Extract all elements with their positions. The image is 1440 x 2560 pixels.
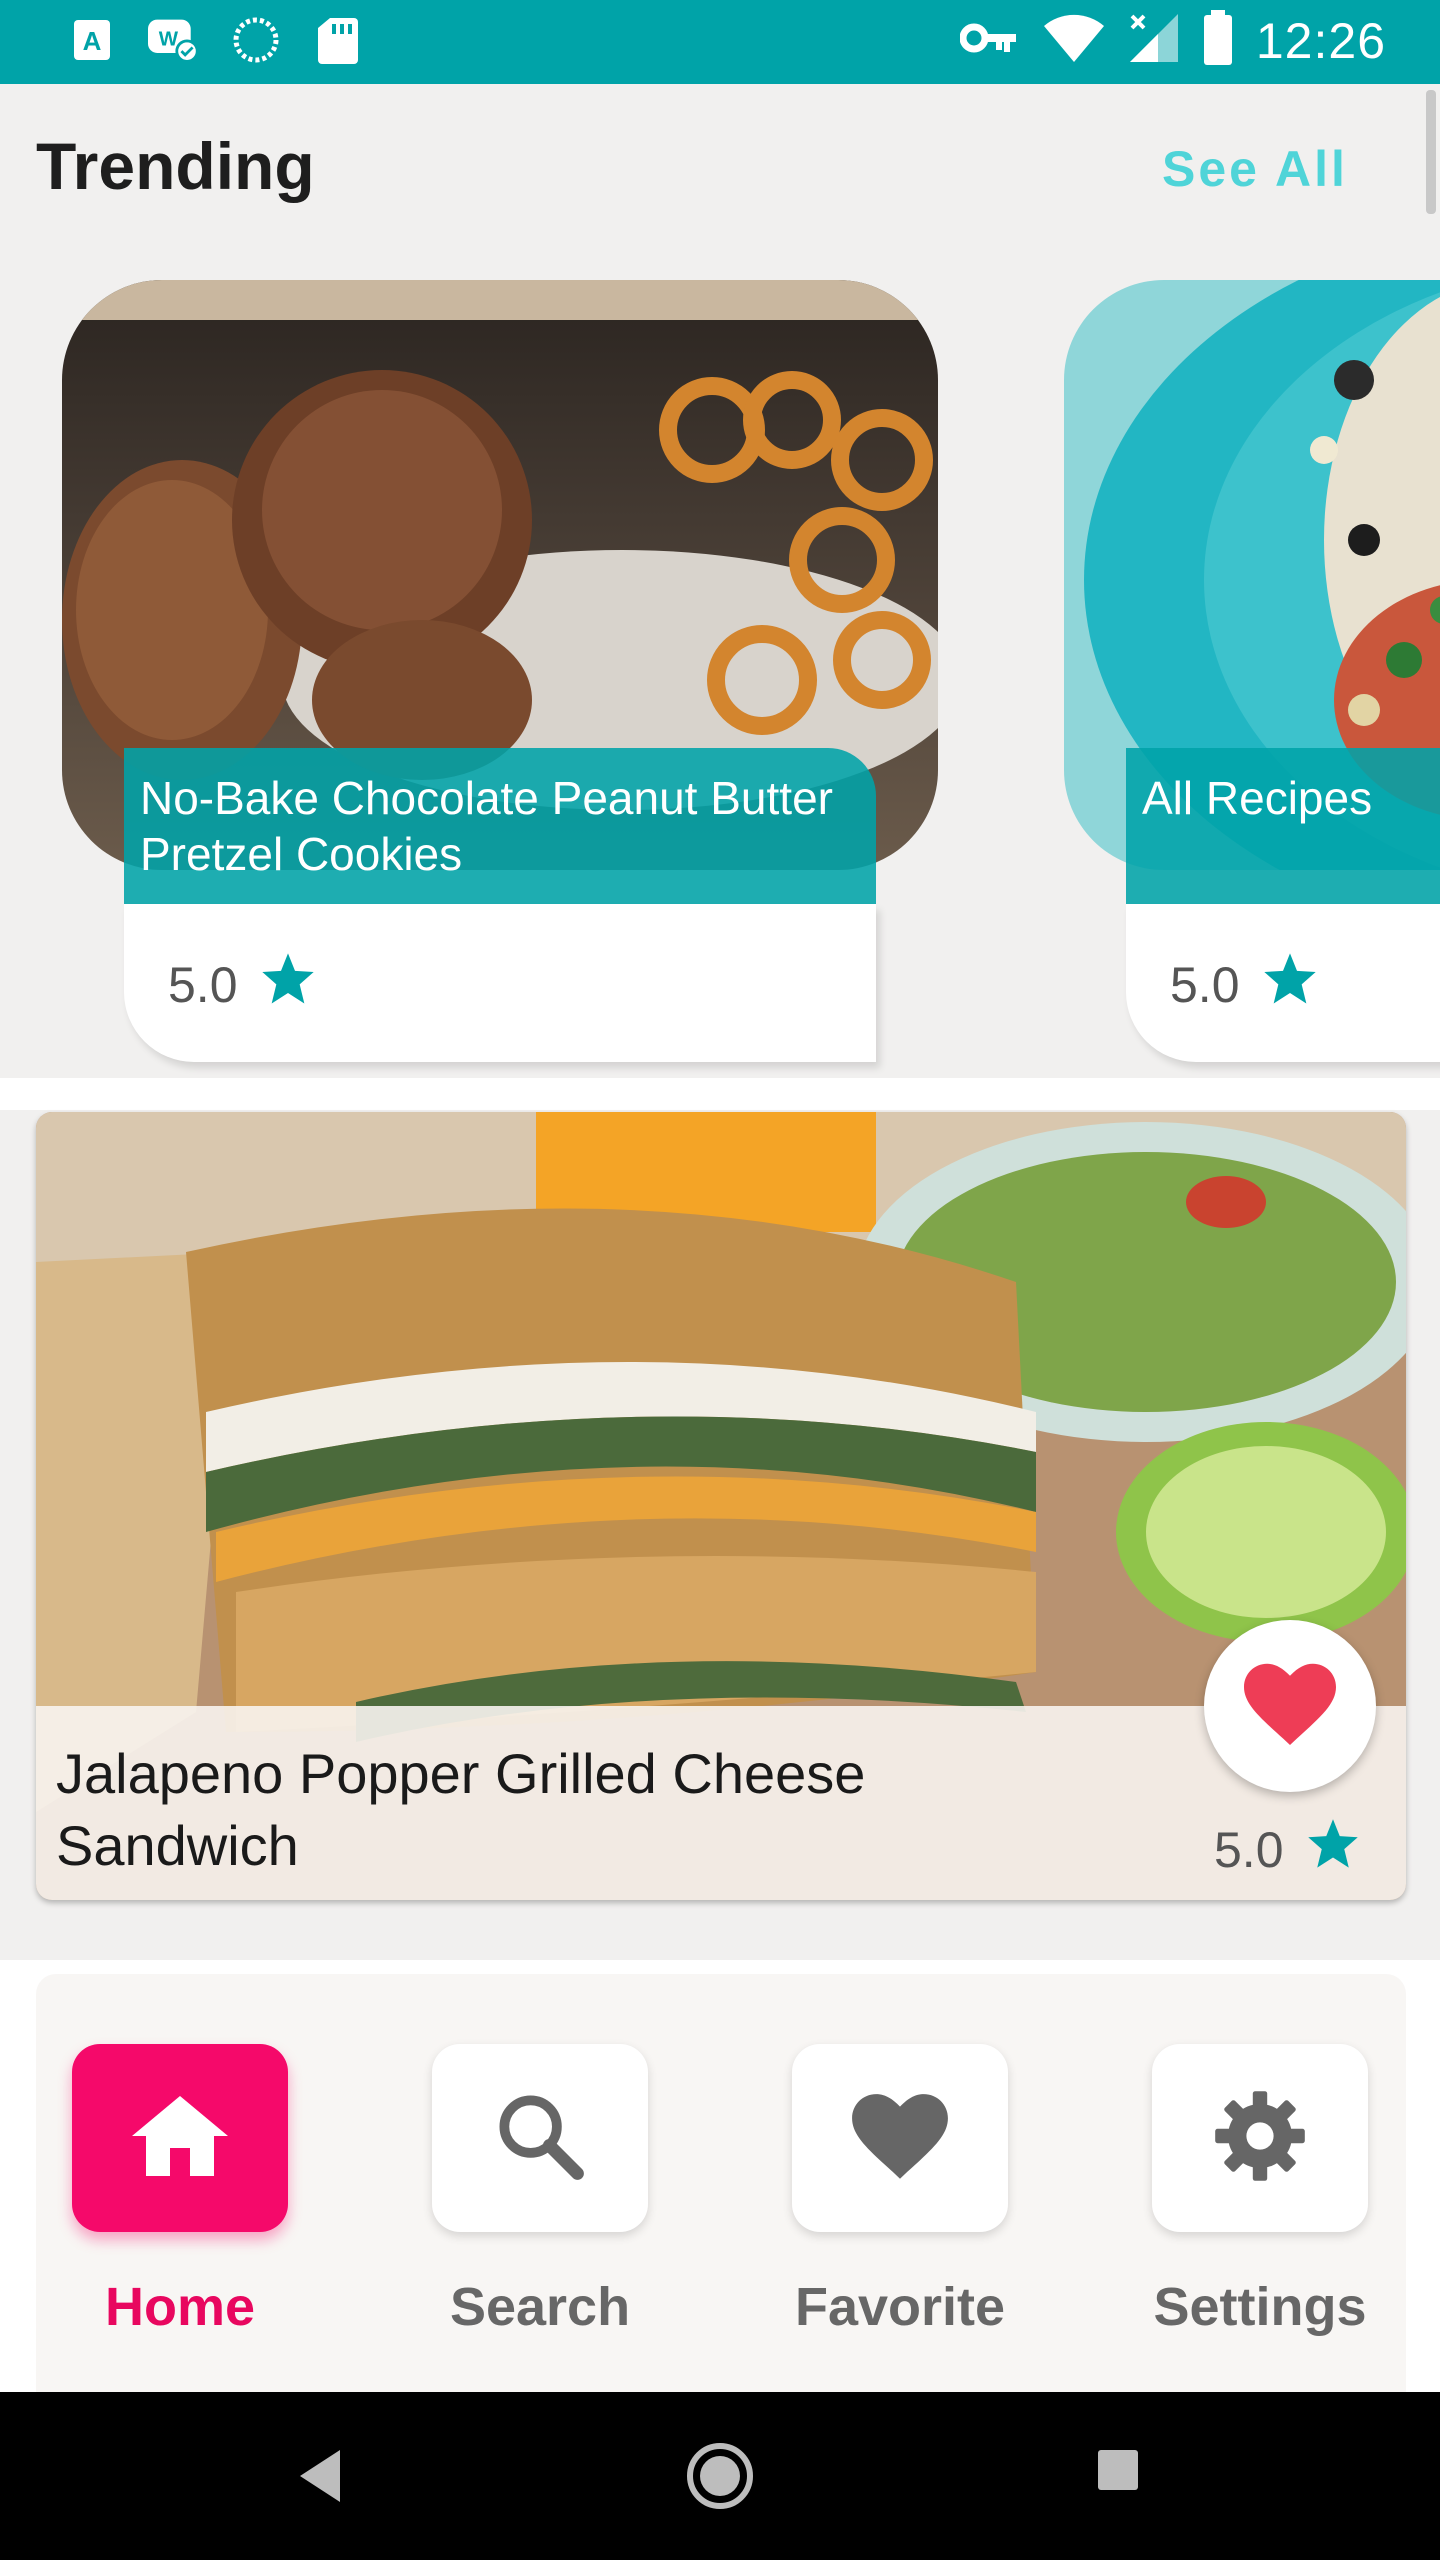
nav-label: Home	[104, 2277, 256, 2337]
featured-recipe-card[interactable]: Jalapeno Popper Grilled Cheese Sandwich …	[36, 1112, 1406, 1900]
clock-time: 12:26	[1255, 12, 1386, 69]
search-button[interactable]	[432, 2044, 648, 2232]
rating-value: 5.0	[168, 957, 238, 1013]
rating: 5.0	[168, 952, 316, 1018]
status-bar: A W 12:26	[0, 0, 1440, 84]
recipe-title: All Recipes	[1142, 772, 1373, 824]
trending-carousel[interactable]: No-Bake Chocolate Peanut Butter Pretzel …	[0, 250, 1440, 1080]
bottom-navigation: Home Search Favorite Settings	[36, 1974, 1406, 2392]
favorite-button[interactable]	[1204, 1620, 1376, 1792]
settings-button[interactable]	[1152, 2044, 1368, 2232]
see-all-link[interactable]: See All	[1162, 140, 1348, 198]
badge-check-icon: W	[148, 14, 200, 66]
nav-label: Settings	[1153, 2277, 1367, 2337]
sd-card-icon	[312, 14, 364, 66]
section-divider	[0, 1078, 1440, 1110]
rating: 5.0	[1214, 1818, 1360, 1882]
scrollbar[interactable]	[1426, 90, 1436, 214]
system-navigation-bar	[0, 2392, 1440, 2560]
sync-circle-icon	[230, 14, 282, 66]
back-icon[interactable]	[296, 2446, 346, 2511]
nav-item-settings[interactable]: Settings	[1152, 2044, 1368, 2338]
rating-value: 5.0	[1214, 1822, 1284, 1878]
battery-icon	[1202, 10, 1234, 71]
favorite-nav-button[interactable]	[792, 2044, 1008, 2232]
heart-icon	[1242, 1661, 1338, 1752]
heart-icon	[850, 2091, 950, 2186]
nav-item-favorite[interactable]: Favorite	[792, 2044, 1008, 2338]
wifi-icon	[1042, 12, 1106, 69]
accessibility-icon: A	[66, 14, 118, 66]
recipe-title-banner: No-Bake Chocolate Peanut Butter Pretzel …	[124, 748, 876, 906]
featured-recipe-title: Jalapeno Popper Grilled Cheese Sandwich	[56, 1742, 866, 1877]
recipe-title: No-Bake Chocolate Peanut Butter Pretzel …	[140, 772, 833, 880]
star-icon	[1262, 952, 1318, 1018]
recipe-card-footer: 5.0	[1126, 904, 1440, 1062]
trending-title: Trending	[36, 129, 315, 203]
cell-signal-icon	[1128, 12, 1180, 69]
nav-label: Favorite	[794, 2277, 1006, 2337]
rating-value: 5.0	[1170, 957, 1240, 1013]
featured-recipe-info: Jalapeno Popper Grilled Cheese Sandwich …	[36, 1706, 1406, 1900]
recipe-card-footer: 5.0	[124, 904, 876, 1062]
rating: 5.0	[1170, 952, 1318, 1018]
nav-item-home[interactable]: Home	[72, 2044, 288, 2338]
vpn-key-icon	[959, 18, 1020, 63]
home-button[interactable]	[72, 2044, 288, 2232]
recipe-title-banner: All Recipes	[1126, 748, 1440, 906]
home-icon	[132, 2095, 228, 2181]
nav-label: Search	[449, 2277, 631, 2337]
svg-text:W: W	[159, 29, 179, 51]
nav-item-search[interactable]: Search	[432, 2044, 648, 2338]
star-icon	[1306, 1818, 1360, 1882]
star-icon	[260, 952, 316, 1018]
home-circle-icon[interactable]	[686, 2442, 754, 2515]
gear-icon	[1212, 2088, 1308, 2189]
search-icon	[495, 2091, 585, 2186]
svg-text:A: A	[83, 26, 102, 56]
recents-icon[interactable]	[1096, 2448, 1140, 2497]
